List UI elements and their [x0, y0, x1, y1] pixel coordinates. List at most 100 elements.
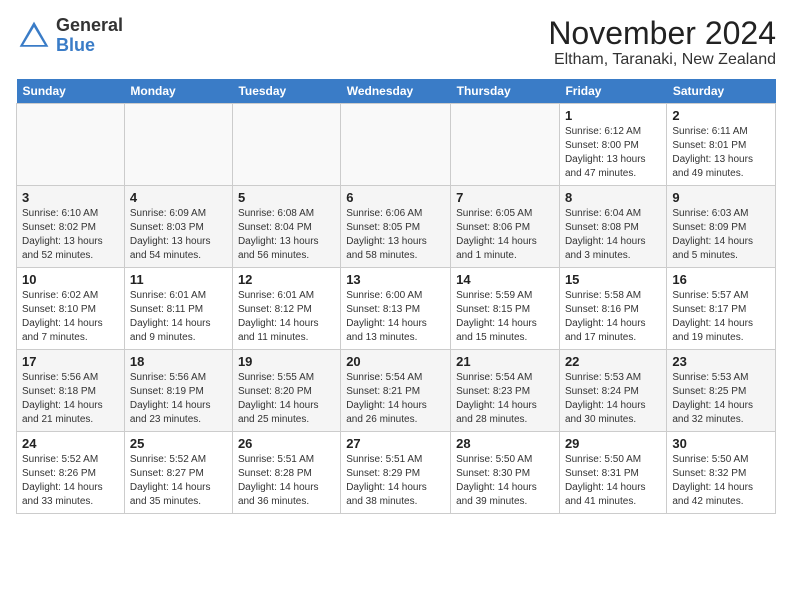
- day-number: 26: [238, 436, 335, 451]
- calendar-cell: 16 Sunrise: 5:57 AMSunset: 8:17 PMDayligh…: [667, 268, 776, 350]
- cell-details: Sunrise: 6:10 AMSunset: 8:02 PMDaylight:…: [22, 207, 119, 263]
- calendar-cell: 4 Sunrise: 6:09 AMSunset: 8:03 PMDaylight…: [124, 186, 232, 268]
- cell-details: Sunrise: 6:11 AMSunset: 8:01 PMDaylight:…: [672, 125, 770, 181]
- calendar-cell: [451, 104, 560, 186]
- day-number: 24: [22, 436, 119, 451]
- day-number: 9: [672, 190, 770, 205]
- cell-details: Sunrise: 5:57 AMSunset: 8:17 PMDaylight:…: [672, 289, 770, 345]
- calendar-cell: 19 Sunrise: 5:55 AMSunset: 8:20 PMDayligh…: [232, 350, 340, 432]
- calendar-cell: 24 Sunrise: 5:52 AMSunset: 8:26 PMDayligh…: [17, 432, 125, 514]
- cell-details: Sunrise: 5:58 AMSunset: 8:16 PMDaylight:…: [565, 289, 661, 345]
- cell-details: Sunrise: 6:02 AMSunset: 8:10 PMDaylight:…: [22, 289, 119, 345]
- day-number: 7: [456, 190, 554, 205]
- calendar-cell: [341, 104, 451, 186]
- cell-details: Sunrise: 5:52 AMSunset: 8:26 PMDaylight:…: [22, 453, 119, 509]
- cell-details: Sunrise: 5:59 AMSunset: 8:15 PMDaylight:…: [456, 289, 554, 345]
- calendar-cell: 13Sunrise: 6:00 AMSunset: 8:13 PMDayligh…: [341, 268, 451, 350]
- day-number: 5: [238, 190, 335, 205]
- calendar-cell: 28Sunrise: 5:50 AMSunset: 8:30 PMDayligh…: [451, 432, 560, 514]
- calendar-cell: 5 Sunrise: 6:08 AMSunset: 8:04 PMDaylight…: [232, 186, 340, 268]
- day-number: 18: [130, 354, 227, 369]
- calendar-cell: 6 Sunrise: 6:06 AMSunset: 8:05 PMDaylight…: [341, 186, 451, 268]
- day-header-monday: Monday: [124, 79, 232, 104]
- day-number: 2: [672, 108, 770, 123]
- week-row-3: 10 Sunrise: 6:02 AMSunset: 8:10 PMDayligh…: [17, 268, 776, 350]
- day-number: 21: [456, 354, 554, 369]
- day-number: 4: [130, 190, 227, 205]
- cell-details: Sunrise: 5:50 AMSunset: 8:31 PMDaylight:…: [565, 453, 661, 509]
- cell-details: Sunrise: 5:55 AMSunset: 8:20 PMDaylight:…: [238, 371, 335, 427]
- cell-details: Sunrise: 5:51 AMSunset: 8:28 PMDaylight:…: [238, 453, 335, 509]
- day-number: 19: [238, 354, 335, 369]
- day-header-thursday: Thursday: [451, 79, 560, 104]
- calendar-cell: 21 Sunrise: 5:54 AMSunset: 8:23 PMDayligh…: [451, 350, 560, 432]
- day-number: 8: [565, 190, 661, 205]
- cell-details: Sunrise: 5:54 AMSunset: 8:23 PMDaylight:…: [456, 371, 554, 427]
- day-number: 25: [130, 436, 227, 451]
- day-header-tuesday: Tuesday: [232, 79, 340, 104]
- logo-icon: [16, 18, 52, 54]
- cell-details: Sunrise: 6:05 AMSunset: 8:06 PMDaylight:…: [456, 207, 554, 263]
- cell-details: Sunrise: 5:52 AMSunset: 8:27 PMDaylight:…: [130, 453, 227, 509]
- calendar-cell: 12Sunrise: 6:01 AMSunset: 8:12 PMDayligh…: [232, 268, 340, 350]
- calendar-cell: 17Sunrise: 5:56 AMSunset: 8:18 PMDayligh…: [17, 350, 125, 432]
- calendar-cell: 25 Sunrise: 5:52 AMSunset: 8:27 PMDayligh…: [124, 432, 232, 514]
- day-number: 27: [346, 436, 445, 451]
- cell-details: Sunrise: 6:00 AMSunset: 8:13 PMDaylight:…: [346, 289, 445, 345]
- location-subtitle: Eltham, Taranaki, New Zealand: [548, 51, 776, 69]
- day-number: 16: [672, 272, 770, 287]
- day-number: 22: [565, 354, 661, 369]
- cell-details: Sunrise: 6:06 AMSunset: 8:05 PMDaylight:…: [346, 207, 445, 263]
- cell-details: Sunrise: 5:51 AMSunset: 8:29 PMDaylight:…: [346, 453, 445, 509]
- day-header-saturday: Saturday: [667, 79, 776, 104]
- day-header-sunday: Sunday: [17, 79, 125, 104]
- calendar-cell: 11Sunrise: 6:01 AMSunset: 8:11 PMDayligh…: [124, 268, 232, 350]
- calendar-cell: [232, 104, 340, 186]
- day-number: 3: [22, 190, 119, 205]
- calendar-cell: 14Sunrise: 5:59 AMSunset: 8:15 PMDayligh…: [451, 268, 560, 350]
- week-row-1: 1 Sunrise: 6:12 AMSunset: 8:00 PMDaylight…: [17, 104, 776, 186]
- day-number: 6: [346, 190, 445, 205]
- calendar-cell: 2 Sunrise: 6:11 AMSunset: 8:01 PMDaylight…: [667, 104, 776, 186]
- week-row-4: 17Sunrise: 5:56 AMSunset: 8:18 PMDayligh…: [17, 350, 776, 432]
- day-number: 1: [565, 108, 661, 123]
- day-number: 23: [672, 354, 770, 369]
- calendar-cell: 15 Sunrise: 5:58 AMSunset: 8:16 PMDayligh…: [559, 268, 666, 350]
- day-number: 28: [456, 436, 554, 451]
- cell-details: Sunrise: 6:09 AMSunset: 8:03 PMDaylight:…: [130, 207, 227, 263]
- calendar-cell: 20Sunrise: 5:54 AMSunset: 8:21 PMDayligh…: [341, 350, 451, 432]
- title-area: November 2024 Eltham, Taranaki, New Zeal…: [548, 16, 776, 69]
- cell-details: Sunrise: 5:56 AMSunset: 8:19 PMDaylight:…: [130, 371, 227, 427]
- cell-details: Sunrise: 6:01 AMSunset: 8:11 PMDaylight:…: [130, 289, 227, 345]
- day-header-wednesday: Wednesday: [341, 79, 451, 104]
- month-title: November 2024: [548, 16, 776, 51]
- day-number: 15: [565, 272, 661, 287]
- calendar-table: SundayMondayTuesdayWednesdayThursdayFrid…: [16, 79, 776, 514]
- logo-blue: Blue: [56, 36, 123, 56]
- calendar-cell: 18 Sunrise: 5:56 AMSunset: 8:19 PMDayligh…: [124, 350, 232, 432]
- calendar-cell: 8Sunrise: 6:04 AMSunset: 8:08 PMDaylight…: [559, 186, 666, 268]
- logo: General Blue: [16, 16, 123, 56]
- calendar-cell: 26 Sunrise: 5:51 AMSunset: 8:28 PMDayligh…: [232, 432, 340, 514]
- cell-details: Sunrise: 6:12 AMSunset: 8:00 PMDaylight:…: [565, 125, 661, 181]
- cell-details: Sunrise: 5:53 AMSunset: 8:25 PMDaylight:…: [672, 371, 770, 427]
- day-number: 10: [22, 272, 119, 287]
- calendar-cell: 23 Sunrise: 5:53 AMSunset: 8:25 PMDayligh…: [667, 350, 776, 432]
- cell-details: Sunrise: 5:53 AMSunset: 8:24 PMDaylight:…: [565, 371, 661, 427]
- day-header-friday: Friday: [559, 79, 666, 104]
- day-number: 29: [565, 436, 661, 451]
- calendar-cell: 7 Sunrise: 6:05 AMSunset: 8:06 PMDaylight…: [451, 186, 560, 268]
- calendar-cell: 1 Sunrise: 6:12 AMSunset: 8:00 PMDaylight…: [559, 104, 666, 186]
- cell-details: Sunrise: 6:01 AMSunset: 8:12 PMDaylight:…: [238, 289, 335, 345]
- calendar-cell: 27 Sunrise: 5:51 AMSunset: 8:29 PMDayligh…: [341, 432, 451, 514]
- cell-details: Sunrise: 5:56 AMSunset: 8:18 PMDaylight:…: [22, 371, 119, 427]
- day-number: 30: [672, 436, 770, 451]
- calendar-cell: 3 Sunrise: 6:10 AMSunset: 8:02 PMDaylight…: [17, 186, 125, 268]
- calendar-cell: 9Sunrise: 6:03 AMSunset: 8:09 PMDaylight…: [667, 186, 776, 268]
- logo-text: General Blue: [56, 16, 123, 56]
- calendar-cell: 10 Sunrise: 6:02 AMSunset: 8:10 PMDayligh…: [17, 268, 125, 350]
- day-header-row: SundayMondayTuesdayWednesdayThursdayFrid…: [17, 79, 776, 104]
- cell-details: Sunrise: 6:08 AMSunset: 8:04 PMDaylight:…: [238, 207, 335, 263]
- logo-general: General: [56, 16, 123, 36]
- calendar-cell: 30Sunrise: 5:50 AMSunset: 8:32 PMDayligh…: [667, 432, 776, 514]
